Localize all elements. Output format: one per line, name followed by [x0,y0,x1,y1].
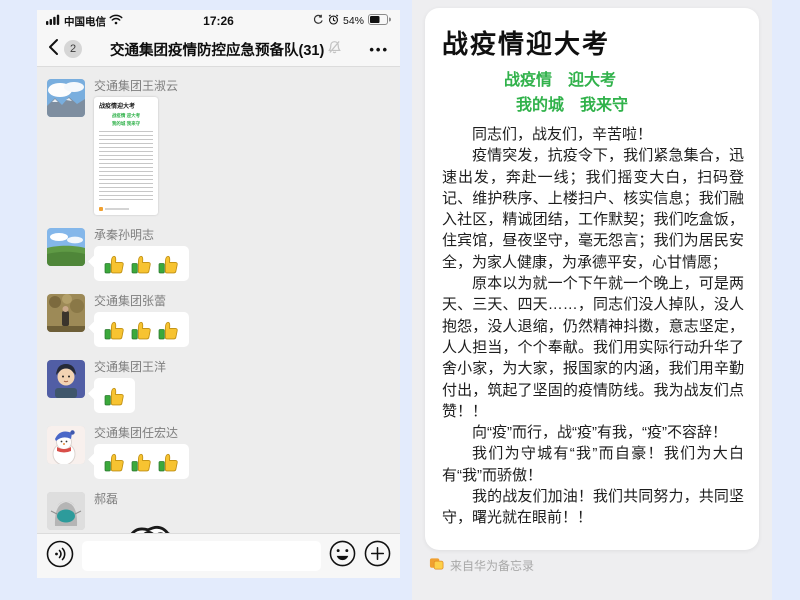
memo-thumb-source-line [105,208,129,210]
more-button[interactable]: ••• [369,42,389,57]
memo-subtitle-line1: 战疫情 迎大考 [504,71,744,91]
message-row: 承秦孙明志 [47,228,390,281]
memo-paragraph: 我们为守城有“我”而自豪！我们为大白有“我”而骄傲！ [442,443,744,486]
thumbs-up-icon [104,451,125,472]
battery-icon [368,14,391,28]
avatar-wangshuyun[interactable] [47,79,85,117]
memo-source-label: 来自华为备忘录 [450,557,534,574]
avatar-haolei[interactable] [47,492,85,530]
sender-name: 承秦孙明志 [94,228,189,242]
fist-sticker[interactable] [94,510,189,534]
thumbs-up-icon [104,385,125,406]
rotation-lock-icon [313,14,324,28]
avatar-sunmingzhi[interactable] [47,228,85,266]
carrier-label: 中国电信 [64,14,106,29]
muted-bell-icon [328,40,341,59]
chat-header: 2 交通集团疫情防控应急预备队(31) ••• [37,32,400,67]
memo-note-card: 战疫情迎大考 战疫情 迎大考 我的城 我来守 同志们，战友们，辛苦啦！ 疫情突发… [425,8,759,550]
thumbs-up-icon [158,319,179,340]
message-row: 郝磊 [47,492,390,534]
signal-bars-icon [46,14,61,28]
thumbs-up-icon [131,253,152,274]
emoji-icon[interactable] [329,540,356,572]
memo-thumb-footer [99,207,153,211]
unread-count-badge[interactable]: 2 [64,40,82,58]
memo-thumb-line1: 战疫情 迎大考 [99,113,153,119]
sender-name: 郝磊 [94,492,189,506]
memo-source-row: 来自华为备忘录 [429,556,534,574]
memo-window: 战疫情迎大考 战疫情 迎大考 我的城 我来守 同志们，战友们，辛苦啦！ 疫情突发… [412,0,772,600]
sender-name: 交通集团张蕾 [94,294,189,308]
memo-thumb-body-lines [99,131,153,203]
chat-title: 交通集团疫情防控应急预备队(31) [110,39,324,60]
memo-paragraph: 向“疫”而行，战“疫”有我，“疫”不容辞！ [442,422,744,443]
memo-paragraph: 疫情突发，抗疫令下，我们紧急集合，迅速出发，奔赴一线；我们摇变大白，扫码登记、维… [442,145,744,273]
status-left: 中国电信 [46,14,123,29]
message-row: 交通集团王洋 [47,360,390,413]
avatar-zhanglei[interactable] [47,294,85,332]
message-input[interactable] [82,541,321,571]
back-chevron-icon[interactable] [48,38,59,61]
chat-input-bar [37,533,400,578]
memo-paragraph: 同志们，战友们，辛苦啦！ [442,124,744,145]
wechat-window: 中国电信 17:26 54% [37,10,400,578]
status-right: 54% [313,14,391,28]
battery-percent-label: 54% [343,15,364,27]
thumbs-bubble[interactable] [94,312,189,347]
thumbs-up-icon [158,253,179,274]
thumbs-bubble[interactable] [94,378,135,413]
avatar-renhongda[interactable] [47,426,85,464]
thumbs-bubble[interactable] [94,246,189,281]
thumbs-up-icon [158,451,179,472]
thumbs-bubble[interactable] [94,444,189,479]
memo-thumb-line2: 我的城 我来守 [99,121,153,127]
plus-icon[interactable] [364,540,391,572]
message-row: 交通集团任宏达 [47,426,390,479]
status-bar: 中国电信 17:26 54% [37,10,400,32]
message-row: 交通集团王淑云 战疫情迎大考 战疫情 迎大考 我的城 我来守 [47,79,390,215]
message-list[interactable]: 交通集团王淑云 战疫情迎大考 战疫情 迎大考 我的城 我来守 [37,67,400,534]
memo-thumb-source-icon [99,207,103,211]
thumbs-up-icon [131,319,152,340]
thumbs-up-icon [104,253,125,274]
screenshot-canvas: 中国电信 17:26 54% [0,0,800,600]
thumbs-up-icon [104,319,125,340]
memo-title: 战疫情迎大考 [442,28,744,60]
message-row: 交通集团张蕾 [47,294,390,347]
thumbs-up-icon [131,451,152,472]
memo-paragraph: 原本以为就一个下午就一个晚上，可是两天、三天、四天……，同志们没人掉队，没人抱怨… [442,273,744,422]
shared-memo-image[interactable]: 战疫情迎大考 战疫情 迎大考 我的城 我来守 [94,97,158,215]
memo-subtitle-line2: 我的城 我来守 [516,96,744,116]
alarm-icon [328,14,339,28]
avatar-wangyang[interactable] [47,360,85,398]
sender-name: 交通集团任宏达 [94,426,189,440]
sender-name: 交通集团王淑云 [94,79,178,93]
memo-source-icon [429,556,444,574]
memo-body: 同志们，战友们，辛苦啦！ 疫情突发，抗疫令下，我们紧急集合，迅速出发，奔赴一线；… [442,124,744,529]
memo-thumb-title: 战疫情迎大考 [99,104,153,111]
voice-icon[interactable] [46,540,74,573]
memo-paragraph: 我的战友们加油！我们共同努力，共同坚守，曙光就在眼前！！ [442,486,744,529]
wifi-icon [109,14,123,28]
sender-name: 交通集团王洋 [94,360,166,374]
